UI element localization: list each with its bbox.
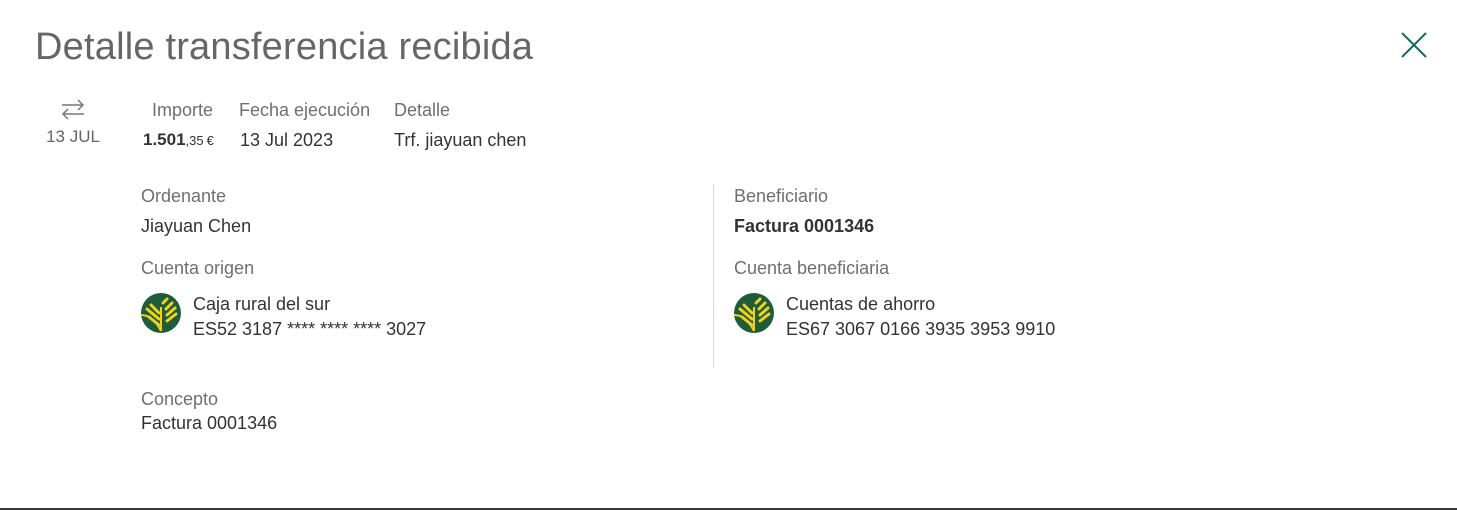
detalle-label: Detalle xyxy=(394,100,451,120)
beneficiario-name: Factura 0001346 xyxy=(734,216,875,236)
column-divider xyxy=(713,185,714,368)
cuenta-beneficiaria-name: Cuentas de ahorro xyxy=(786,294,936,314)
transfer-detail-modal: Detalle transferencia recibida 13 JUL Im… xyxy=(0,0,1457,510)
ordenante-name: Jiayuan Chen xyxy=(141,216,252,236)
transaction-date: 13 JUL xyxy=(46,127,100,146)
importe-decimals: ,35 xyxy=(185,133,204,148)
close-button[interactable] xyxy=(1397,28,1431,62)
ordenante-label: Ordenante xyxy=(141,186,227,206)
importe-integer: 1.501 xyxy=(143,130,186,149)
importe-value: 1.501,35 € xyxy=(143,130,214,150)
transaction-date-block: 13 JUL xyxy=(40,98,106,147)
modal-title: Detalle transferencia recibida xyxy=(35,26,534,68)
cuenta-origen-label: Cuenta origen xyxy=(141,258,255,278)
importe-label: Importe xyxy=(152,100,214,120)
detalle-value: Trf. jiayuan chen xyxy=(394,130,527,150)
concepto-value: Factura 0001346 xyxy=(141,413,278,433)
cuenta-origen-bank: Caja rural del sur xyxy=(193,294,331,314)
transfer-arrows-icon xyxy=(60,98,86,120)
concepto-label: Concepto xyxy=(141,389,219,409)
beneficiario-label: Beneficiario xyxy=(734,186,829,206)
caja-rural-logo-icon xyxy=(141,293,181,333)
cuenta-beneficiaria-iban: ES67 3067 0166 3935 3953 9910 xyxy=(786,319,1056,339)
importe-currency: € xyxy=(206,133,214,148)
cuenta-beneficiaria-label: Cuenta beneficiaria xyxy=(734,258,890,278)
close-icon xyxy=(1401,32,1427,58)
cuenta-origen-iban: ES52 3187 **** **** **** 3027 xyxy=(193,319,427,339)
fecha-ejecucion-value: 13 Jul 2023 xyxy=(240,130,334,150)
caja-rural-logo-icon xyxy=(734,293,774,333)
fecha-ejecucion-label: Fecha ejecución xyxy=(239,100,371,120)
